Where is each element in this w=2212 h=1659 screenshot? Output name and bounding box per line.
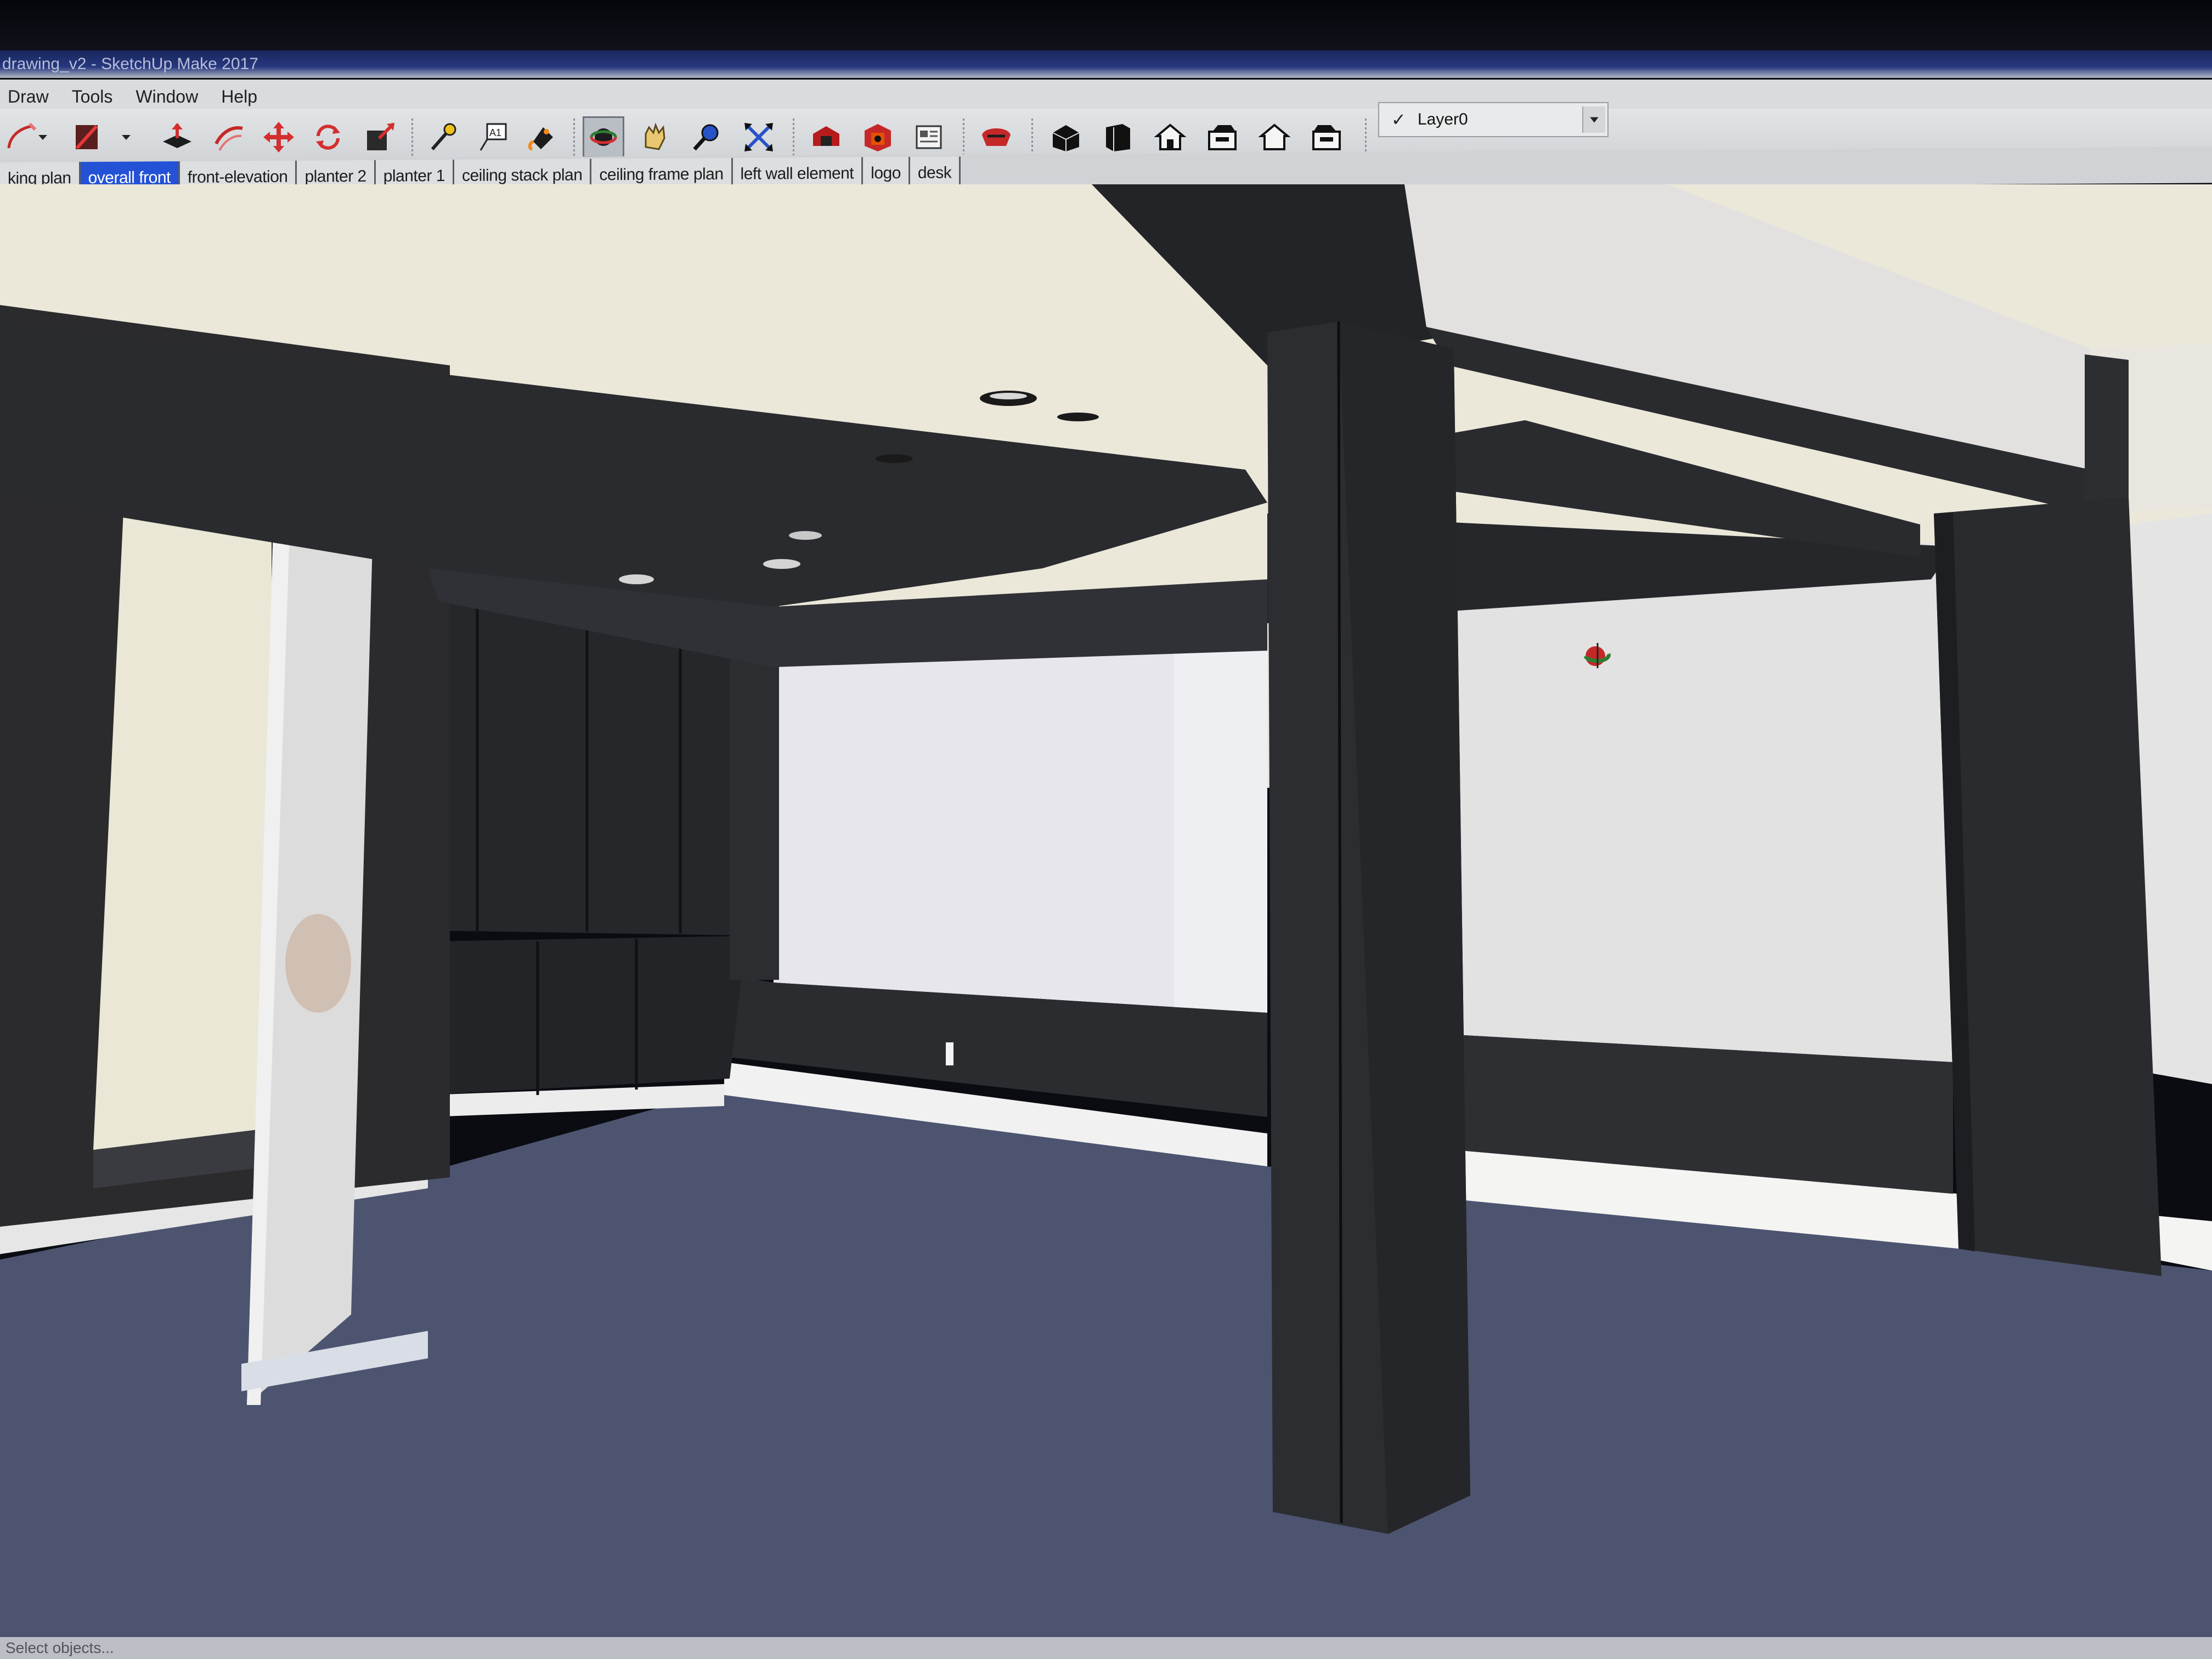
toolbar-separator	[1031, 119, 1033, 158]
push-pull-icon	[163, 123, 191, 148]
rotate-tool-button[interactable]	[307, 116, 349, 158]
line-tool-dropdown[interactable]	[32, 116, 54, 158]
current-layer-name: Layer0	[1418, 110, 1468, 128]
zoom-extents-tool-button[interactable]	[738, 116, 780, 158]
toolbar-separator	[573, 119, 575, 158]
components-icon	[865, 124, 891, 151]
recessed-light	[1057, 413, 1099, 421]
eraser-tool-button[interactable]	[66, 116, 108, 158]
orbit-icon	[590, 128, 617, 146]
top-view-icon	[1106, 124, 1130, 151]
toolbar-separator	[793, 119, 794, 158]
follow-me-tool-button[interactable]	[208, 116, 250, 158]
scene-render	[0, 184, 2212, 1659]
chevron-down-icon	[1590, 117, 1599, 123]
recessed-light	[876, 454, 913, 463]
toolbar-separator	[411, 119, 413, 158]
dropdown-arrow-icon	[38, 135, 47, 140]
text-tool-button[interactable]: A1	[472, 116, 514, 158]
top-view-button[interactable]	[1097, 116, 1139, 158]
lower-cabinets	[425, 936, 746, 1095]
left-opening-light	[93, 511, 272, 1150]
window-title-bar: drawing_v2 - SketchUp Make 2017	[0, 50, 2212, 78]
svg-text:A1: A1	[489, 127, 501, 138]
layout-icon	[916, 125, 942, 149]
layer-selector[interactable]: ✓ Layer0	[1378, 102, 1609, 137]
right-view-button[interactable]	[1201, 116, 1243, 158]
eraser-icon	[75, 125, 98, 150]
extension-warehouse-icon	[982, 128, 1011, 146]
tape-measure-tool-button[interactable]	[422, 116, 464, 158]
zoom-extents-icon	[744, 123, 773, 151]
menu-help[interactable]: Help	[213, 87, 273, 107]
front-view-button[interactable]	[1149, 116, 1191, 158]
scale-icon	[367, 122, 395, 150]
layer-dropdown-button[interactable]	[1582, 106, 1605, 133]
rotate-icon	[316, 125, 340, 150]
iso-view-icon	[1052, 125, 1080, 151]
back-wall-right	[1454, 541, 1953, 1062]
pan-icon	[645, 122, 665, 150]
window-title: drawing_v2 - SketchUp Make 2017	[2, 55, 258, 73]
baseboard-far-right	[2156, 1216, 2212, 1271]
menu-tools[interactable]: Tools	[64, 87, 128, 107]
3d-warehouse-button[interactable]	[805, 116, 847, 158]
warehouse-icon	[813, 126, 839, 146]
eraser-tool-dropdown[interactable]	[115, 116, 137, 158]
recessed-light	[619, 574, 654, 584]
beam-right-end	[2085, 354, 2129, 514]
wall-outlet	[946, 1042, 953, 1065]
status-text: Select objects...	[5, 1639, 114, 1656]
move-icon	[263, 122, 294, 153]
menu-draw[interactable]: Draw	[0, 87, 64, 107]
tape-measure-icon	[431, 123, 456, 150]
zoom-icon	[693, 124, 719, 151]
text-icon: A1	[479, 123, 507, 151]
dropdown-arrow-icon	[122, 135, 131, 140]
menu-window[interactable]: Window	[128, 87, 213, 107]
paint-bucket-tool-button[interactable]	[521, 116, 563, 158]
back-view-button[interactable]	[1254, 116, 1295, 158]
status-bar: Select objects...	[0, 1637, 2212, 1659]
back-view-icon	[1258, 123, 1291, 150]
recessed-light-lens	[990, 393, 1027, 399]
front-view-icon	[1154, 123, 1187, 150]
right-view-icon	[1208, 125, 1237, 150]
scale-tool-button[interactable]	[359, 116, 401, 158]
back-wall-recess	[1174, 618, 1267, 1013]
components-button[interactable]	[857, 116, 899, 158]
zoom-tool-button[interactable]	[686, 116, 727, 158]
model-viewport[interactable]	[0, 184, 2212, 1659]
left-view-icon	[1312, 125, 1341, 150]
orbit-tool-button[interactable]	[583, 116, 624, 158]
monitor-bezel	[0, 0, 2212, 55]
layer-check-icon: ✓	[1391, 110, 1406, 129]
pan-tool-button[interactable]	[634, 116, 675, 158]
recessed-light	[763, 559, 800, 569]
send-to-layout-button[interactable]	[908, 116, 950, 158]
extension-warehouse-button[interactable]	[975, 116, 1017, 158]
screen-glare	[285, 914, 351, 1013]
screen: drawing_v2 - SketchUp Make 2017 Draw Too…	[0, 0, 2212, 1659]
paint-bucket-icon	[528, 127, 553, 151]
move-tool-button[interactable]	[258, 116, 300, 158]
follow-me-icon	[215, 126, 243, 151]
push-pull-tool-button[interactable]	[156, 116, 198, 158]
iso-view-button[interactable]	[1045, 116, 1087, 158]
recessed-light	[789, 531, 822, 540]
toolbar-separator	[963, 119, 964, 158]
